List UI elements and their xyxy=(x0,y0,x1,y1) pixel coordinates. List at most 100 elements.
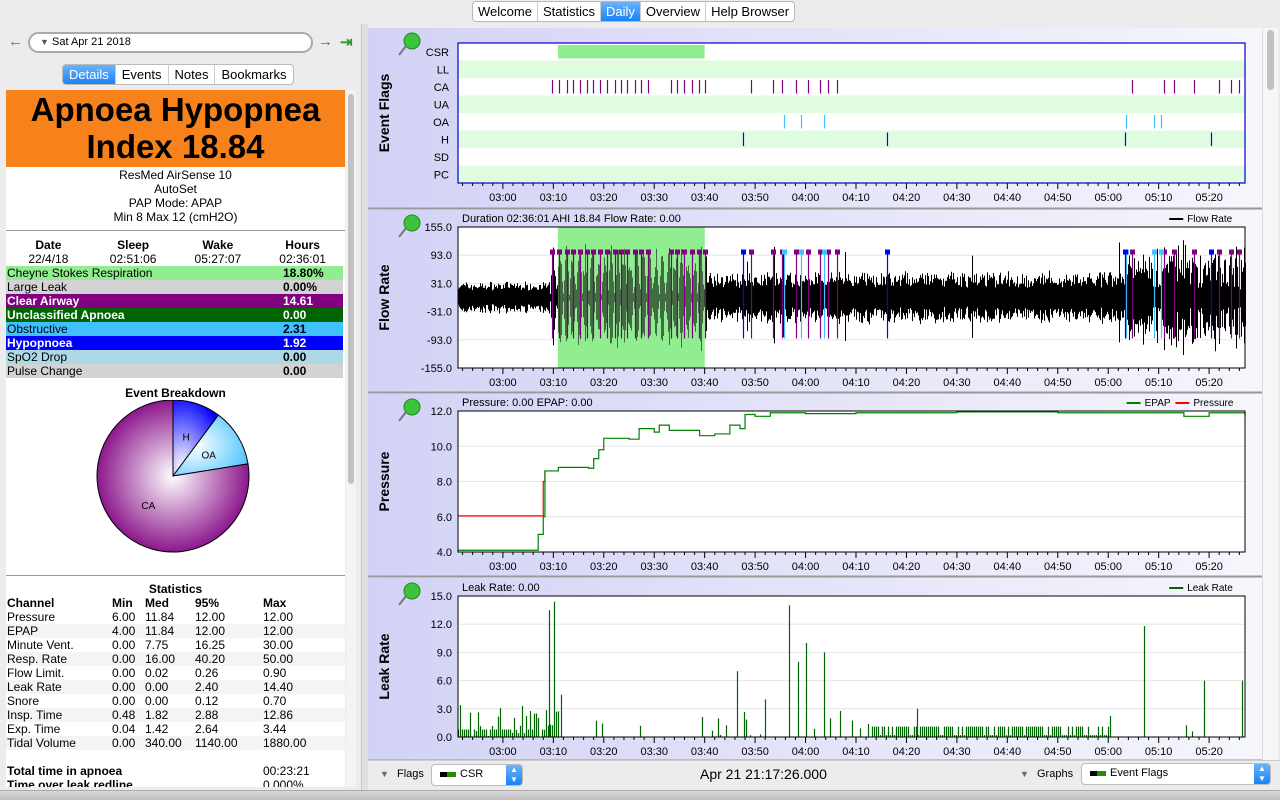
tab-help-browser[interactable]: Help Browser xyxy=(706,2,794,21)
y-tick-label: -93.0 xyxy=(427,335,452,347)
index-row: Unclassified Apnoea 0.00 xyxy=(6,308,343,322)
session-values: 22/4/18 02:51:06 05:27:07 02:36:01 xyxy=(6,252,345,266)
event-breakdown-pie: H OA CA xyxy=(96,399,250,553)
stat-cell: 340.00 xyxy=(145,736,182,750)
pie-label: CA xyxy=(141,501,155,512)
statistics-row: EPAP 4.00 11.84 12.00 12.00 xyxy=(6,624,345,638)
ahi-banner: Apnoea Hypopnea Index 18.84 xyxy=(6,90,345,167)
tab-notes[interactable]: Notes xyxy=(169,65,216,84)
x-tick-label: 04:50 xyxy=(1044,377,1072,389)
previous-day-arrow-icon[interactable]: ← xyxy=(8,33,23,50)
tab-daily[interactable]: Daily xyxy=(600,2,641,21)
scroll-thumb[interactable] xyxy=(348,94,354,484)
stat-cell: 7.75 xyxy=(145,638,169,652)
x-tick-label: 03:30 xyxy=(640,561,668,573)
flags-select[interactable]: CSR ▲ ▼ xyxy=(431,764,523,786)
tab-events[interactable]: Events xyxy=(116,65,169,84)
x-tick-label: 03:50 xyxy=(741,561,769,573)
flag-row-band xyxy=(458,165,1245,183)
plot-area xyxy=(458,596,1245,737)
x-tick-label: 03:20 xyxy=(590,561,618,573)
flow-event-square-ca xyxy=(806,249,811,255)
col-med: Med xyxy=(145,596,169,610)
detail-tabs: Details Events Notes Bookmarks xyxy=(62,64,294,85)
x-tick-label: 04:40 xyxy=(994,192,1022,204)
y-tick-label: 155.0 xyxy=(424,222,452,234)
x-tick-label: 04:50 xyxy=(1044,746,1072,758)
flow-event-square-oa xyxy=(782,249,787,255)
stat-cell: Minute Vent. xyxy=(7,638,74,652)
y-tick-label: 9.0 xyxy=(437,647,452,659)
pie-label: OA xyxy=(202,450,217,461)
tab-statistics[interactable]: Statistics xyxy=(538,2,601,21)
flow-event-square-oa xyxy=(1159,249,1164,255)
flow-event-square-ca xyxy=(585,249,590,255)
flag-row-label: CA xyxy=(434,82,450,94)
col-min: Min xyxy=(112,596,133,610)
index-value: 0.00 xyxy=(283,364,307,378)
stat-cell: Snore xyxy=(7,694,40,708)
date-picker[interactable]: ▼ Sat Apr 21 2018 xyxy=(28,32,313,53)
tab-overview[interactable]: Overview xyxy=(641,2,707,21)
tab-bookmarks[interactable]: Bookmarks xyxy=(215,65,292,84)
statistics-row: Minute Vent. 0.00 7.75 16.25 30.00 xyxy=(6,638,345,652)
stat-cell: 50.00 xyxy=(263,652,294,666)
index-row: SpO2 Drop 0.00 xyxy=(6,350,343,364)
scroll-thumb[interactable] xyxy=(1267,30,1274,90)
x-tick-label: 04:20 xyxy=(893,377,921,389)
stat-cell: 0.48 xyxy=(112,708,136,722)
stat-cell: Resp. Rate xyxy=(7,652,68,666)
graphs-scrollbar[interactable] xyxy=(1262,28,1278,760)
flow-event-square-ca xyxy=(625,249,630,255)
flow-event-square-ca xyxy=(1237,249,1242,255)
x-tick-label: 04:30 xyxy=(943,746,971,758)
stat-cell: 11.84 xyxy=(145,610,175,624)
x-tick-label: 03:00 xyxy=(489,192,517,204)
x-tick-label: 05:20 xyxy=(1195,561,1223,573)
x-tick-label: 04:40 xyxy=(994,377,1022,389)
x-tick-label: 03:50 xyxy=(741,746,769,758)
header-date: Date xyxy=(35,238,62,252)
updown-icon: ▲ ▼ xyxy=(506,765,522,785)
details-scrollbar[interactable] xyxy=(346,90,356,787)
stat-cell: 2.64 xyxy=(195,722,219,736)
flow-event-square-ca xyxy=(1229,249,1234,255)
tab-welcome[interactable]: Welcome xyxy=(473,2,538,21)
statistics-header: Channel Min Med 95% Max xyxy=(6,596,345,610)
x-tick-label: 05:20 xyxy=(1195,377,1223,389)
last-day-arrow-icon[interactable]: ⇥ xyxy=(340,33,353,51)
x-tick-label: 05:00 xyxy=(1094,746,1122,758)
header-wake: Wake xyxy=(202,238,234,252)
splitter-handle[interactable] xyxy=(361,24,368,790)
x-tick-label: 03:20 xyxy=(590,377,618,389)
x-tick-label: 03:00 xyxy=(489,746,517,758)
y-axis-title: Pressure xyxy=(376,451,392,511)
x-tick-label: 05:10 xyxy=(1145,377,1173,389)
graphs-toggle-icon[interactable]: ▼ xyxy=(1020,769,1029,779)
dropdown-triangle-icon: ▼ xyxy=(40,37,49,47)
x-tick-label: 03:50 xyxy=(741,192,769,204)
flow-event-square-ca xyxy=(1130,249,1135,255)
stat-cell: 0.26 xyxy=(195,666,219,680)
stat-cell: 1880.00 xyxy=(263,736,307,750)
tab-details[interactable]: Details xyxy=(63,65,116,84)
stat-cell: 12.86 xyxy=(263,708,294,722)
flags-toggle-icon[interactable]: ▼ xyxy=(380,769,389,779)
flow-event-square-ca xyxy=(690,249,695,255)
event-indices: Cheyne Stokes Respiration 18.80% Large Lea… xyxy=(6,266,343,378)
x-tick-label: 03:30 xyxy=(640,746,668,758)
flow-event-square-ca xyxy=(749,249,754,255)
index-name: Obstructive xyxy=(7,322,68,336)
session-headers: Date Sleep Wake Hours xyxy=(6,238,345,252)
flow-event-square-ca xyxy=(697,249,702,255)
flow-event-square-ca xyxy=(619,249,624,255)
flow-event-square-ca xyxy=(571,249,576,255)
graphs-select[interactable]: Event Flags ▲ ▼ xyxy=(1081,763,1271,785)
index-row: Obstructive 2.31 xyxy=(6,322,343,336)
graph-swatch-icon xyxy=(1090,770,1106,776)
flags-select-value: CSR xyxy=(460,768,484,780)
x-tick-label: 03:40 xyxy=(691,561,719,573)
flag-row-label: CSR xyxy=(426,47,449,59)
flag-row-label: LL xyxy=(437,64,449,76)
next-day-arrow-icon[interactable]: → xyxy=(318,33,333,50)
